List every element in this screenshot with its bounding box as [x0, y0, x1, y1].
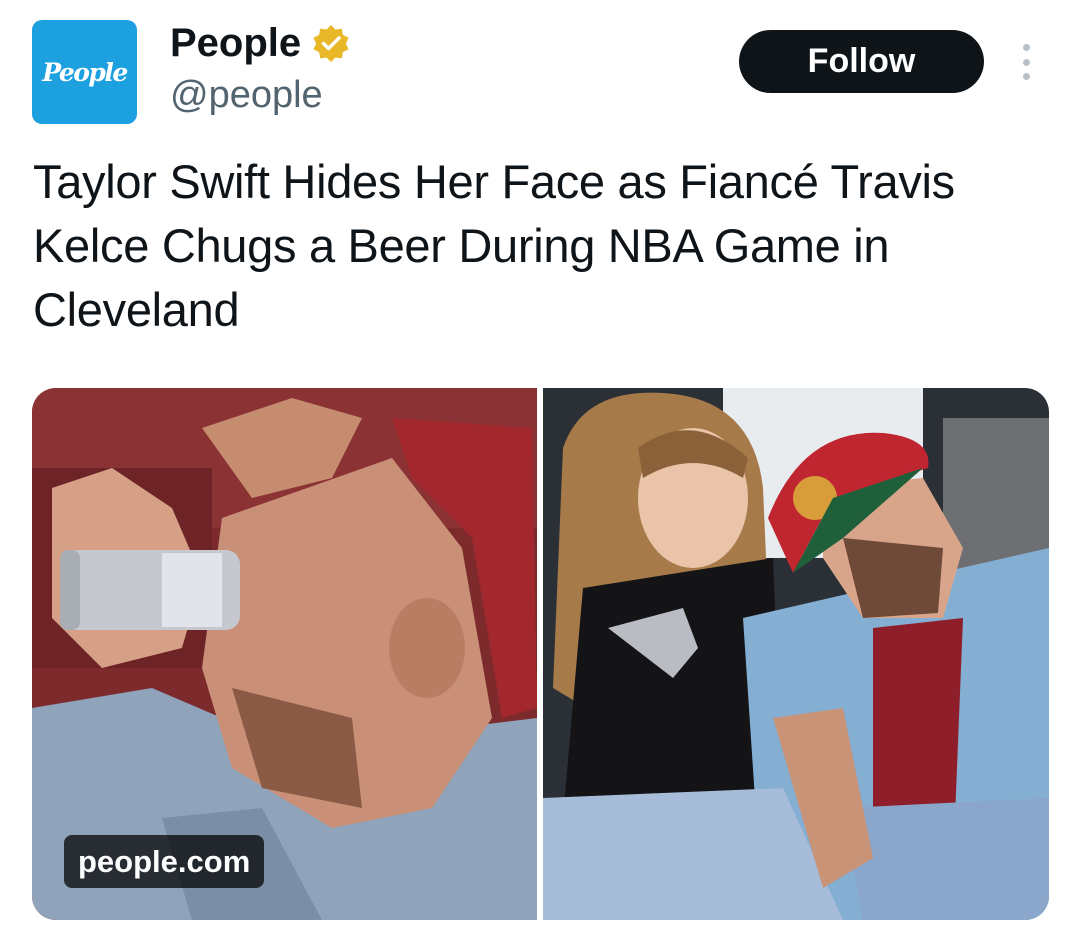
author-name-row[interactable]: People: [170, 20, 351, 66]
verified-badge-icon: [313, 25, 349, 62]
author-avatar[interactable]: People: [32, 20, 137, 124]
follow-button[interactable]: Follow: [739, 30, 984, 93]
more-options-icon[interactable]: [1010, 40, 1042, 84]
author-handle[interactable]: @people: [170, 73, 323, 117]
author-display-name[interactable]: People: [170, 20, 301, 66]
more-dot: [1022, 44, 1030, 51]
more-dot: [1022, 58, 1030, 66]
photo-right-illustration: [543, 388, 1049, 920]
more-dot: [1022, 73, 1030, 80]
tweet-text: Taylor Swift Hides Her Face as Fiancé Tr…: [33, 155, 955, 336]
media-photo-right[interactable]: [543, 388, 1049, 920]
link-domain-badge[interactable]: people.com: [64, 835, 265, 888]
tweet-card: People People @people Follow Taylor Swif…: [0, 0, 1080, 930]
avatar-logo-text: People: [42, 57, 128, 87]
